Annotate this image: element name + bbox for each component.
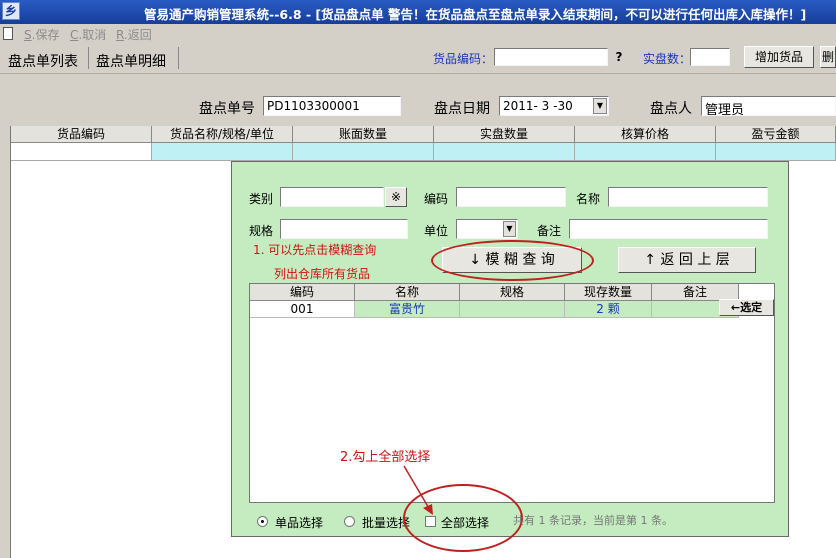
back-hotkey: R: [116, 28, 124, 42]
highlight-circle: [403, 484, 523, 552]
save-label: .保存: [31, 28, 60, 42]
date-dropdown-icon[interactable]: ▼: [593, 98, 607, 114]
annotation-step-1-detail: 列出仓库所有货品: [274, 267, 371, 281]
list-cell-name[interactable]: 富贵竹: [355, 301, 460, 318]
save-hotkey: S: [24, 28, 32, 42]
grid-left-border: [10, 126, 11, 558]
cancel-label: .取消: [78, 28, 107, 42]
cancel-button[interactable]: C.取消: [70, 26, 106, 43]
toolbar: S.保存 C.取消 R.返回: [0, 24, 836, 43]
code-input[interactable]: [456, 187, 566, 207]
grid-cell[interactable]: [11, 143, 152, 161]
actual-qty-label: 实盘数：: [643, 52, 692, 66]
save-button[interactable]: S.保存: [24, 26, 59, 43]
grid-header-actual-qty[interactable]: 实盘数量: [434, 126, 575, 143]
list-cell-stock[interactable]: 2 颗: [565, 301, 652, 318]
grid-cell[interactable]: [293, 143, 434, 161]
window-title: 管易通产购销管理系统--6.8 - [货品盘点单 警告！在货品盘点至盘点单录入结…: [144, 7, 807, 22]
tab-doc-list[interactable]: 盘点单列表: [8, 51, 78, 71]
date-value: 2011- 3 -30: [503, 99, 573, 113]
spec-input[interactable]: [280, 219, 408, 239]
single-select-label: 单品选择: [275, 516, 324, 530]
back-button[interactable]: R.返回: [116, 26, 152, 43]
doc-no-label: 盘点单号: [199, 101, 255, 117]
grid-cell[interactable]: [434, 143, 575, 161]
highlight-circle: [431, 240, 594, 281]
add-goods-button[interactable]: 增加货品: [744, 46, 814, 68]
category-picker-button[interactable]: ※: [385, 187, 407, 207]
document-icon: [3, 27, 13, 40]
category-input[interactable]: [280, 187, 384, 207]
grid-cell[interactable]: [575, 143, 716, 161]
unit-dropdown-icon[interactable]: ▼: [503, 221, 516, 237]
grid-cell[interactable]: [152, 143, 293, 161]
select-row-button[interactable]: ←选定: [719, 299, 774, 316]
batch-select-radio[interactable]: [344, 516, 355, 527]
date-label: 盘点日期: [434, 101, 490, 117]
detail-grid: 货品编码 货品名称/规格/单位 账面数量 实盘数量 核算价格 盈亏金额: [11, 126, 836, 161]
back-to-parent-button[interactable]: ↑ 返 回 上 层: [618, 247, 756, 273]
counter-label: 盘点人: [650, 101, 692, 117]
name-input[interactable]: [608, 187, 768, 207]
back-label: .返回: [123, 28, 152, 42]
list-cell-spec[interactable]: [460, 301, 565, 318]
goods-code-help-button[interactable]: ?: [611, 48, 627, 66]
note-label: 备注: [537, 224, 562, 238]
list-header-stock[interactable]: 现存数量: [565, 284, 652, 301]
tab-divider: [88, 47, 89, 69]
grid-header-price[interactable]: 核算价格: [575, 126, 716, 143]
list-cell-code[interactable]: 001: [250, 301, 355, 318]
list-header-spec[interactable]: 规格: [460, 284, 565, 301]
single-select-radio[interactable]: [257, 516, 268, 527]
name-label: 名称: [576, 192, 601, 206]
tab-divider: [178, 47, 179, 69]
doc-no-input[interactable]: PD1103300001: [263, 96, 401, 116]
goods-code-label: 货品编码：: [433, 52, 494, 66]
goods-list: 编码 名称 规格 现存数量 备注 001 富贵竹 2 颗: [249, 283, 775, 503]
grid-header-code[interactable]: 货品编码: [11, 126, 152, 143]
tab-doc-detail[interactable]: 盘点单明细: [96, 51, 166, 71]
list-header-code[interactable]: 编码: [250, 284, 355, 301]
unit-label: 单位: [424, 224, 449, 238]
list-header-name[interactable]: 名称: [355, 284, 460, 301]
actual-qty-input[interactable]: [690, 48, 730, 66]
app-icon: 乡: [2, 2, 20, 20]
tab-row: 盘点单列表 盘点单明细 货品编码： ? 实盘数： 增加货品 删: [0, 43, 836, 74]
grid-header-book-qty[interactable]: 账面数量: [293, 126, 434, 143]
title-bar: 乡 管易通产购销管理系统--6.8 - [货品盘点单 警告！在货品盘点至盘点单录…: [0, 0, 836, 24]
grid-header-name[interactable]: 货品名称/规格/单位: [152, 126, 293, 143]
note-input[interactable]: [569, 219, 768, 239]
grid-header-profit-loss[interactable]: 盈亏金额: [716, 126, 836, 143]
spec-label: 规格: [249, 224, 274, 238]
record-status: 共有 1 条记录，当前是第 1 条。: [513, 514, 673, 527]
goods-code-input[interactable]: [494, 48, 608, 66]
annotation-step-1: 1. 可以先点击模糊查询: [253, 243, 377, 257]
category-label: 类别: [249, 192, 274, 206]
code-label: 编码: [424, 192, 449, 206]
counter-input[interactable]: 管理员: [701, 96, 836, 116]
delete-button[interactable]: 删: [820, 46, 836, 68]
grid-cell[interactable]: [716, 143, 836, 161]
